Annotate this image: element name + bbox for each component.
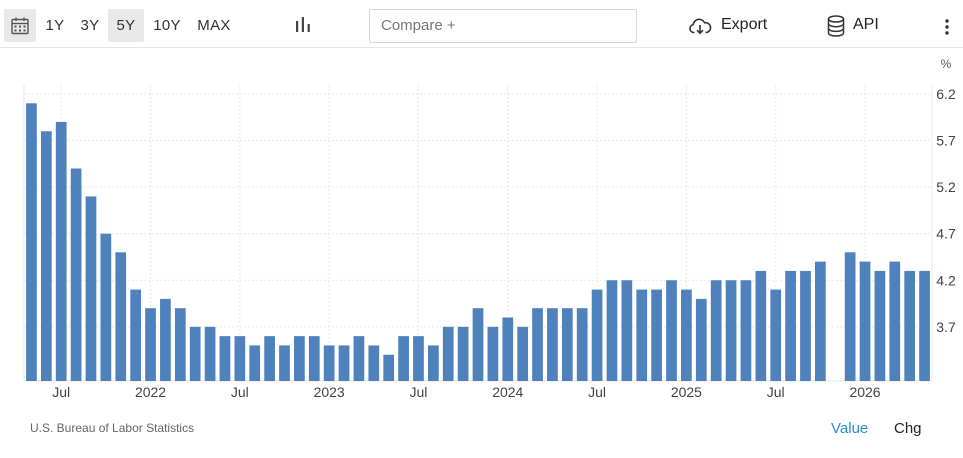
x-tick-label: Jul (231, 384, 249, 400)
range-10y-button[interactable]: 10Y (148, 9, 186, 42)
bar[interactable] (547, 308, 558, 381)
bar[interactable] (889, 261, 901, 381)
range-3y-button[interactable]: 3Y (76, 9, 104, 42)
bar[interactable] (770, 289, 782, 381)
y-tick-label: 4.7 (936, 226, 956, 242)
bar[interactable] (681, 289, 692, 381)
bar[interactable] (874, 270, 886, 381)
bar[interactable] (561, 308, 573, 381)
y-axis-ticks: 3.7 4.2 4.7 5.2 5.7 6.2 (936, 86, 956, 335)
bar[interactable] (576, 308, 588, 381)
range-1y-button[interactable]: 1Y (40, 9, 70, 42)
bar[interactable] (427, 345, 439, 381)
bar[interactable] (40, 131, 52, 381)
chart-bars (26, 103, 930, 382)
y-tick-label: 3.7 (936, 319, 956, 335)
bar[interactable] (308, 336, 320, 382)
range-5y-button[interactable]: 5Y (108, 9, 144, 42)
bar[interactable] (621, 280, 633, 381)
bar[interactable] (115, 252, 127, 381)
x-tick-label: Jul (410, 384, 428, 400)
bar[interactable] (591, 289, 603, 381)
database-icon[interactable] (826, 14, 846, 38)
y-tick-label: 6.2 (936, 86, 956, 102)
bar[interactable] (249, 345, 261, 381)
bar[interactable] (651, 289, 662, 381)
x-tick-label: 2022 (135, 384, 166, 400)
x-tick-label: Jul (767, 384, 785, 400)
bar[interactable] (904, 270, 916, 381)
bar[interactable] (264, 336, 275, 382)
bar[interactable] (85, 196, 97, 381)
bar[interactable] (919, 270, 930, 381)
bar[interactable] (26, 103, 37, 381)
vertical-dots-icon[interactable] (938, 17, 956, 37)
cloud-download-icon[interactable] (688, 16, 712, 36)
x-tick-label: 2024 (492, 384, 523, 400)
bar[interactable] (398, 336, 409, 382)
bar[interactable] (413, 336, 424, 382)
x-tick-label: Jul (52, 384, 70, 400)
export-button[interactable]: Export (721, 16, 767, 34)
bar[interactable] (755, 270, 767, 381)
bar[interactable] (785, 270, 796, 381)
bar[interactable] (636, 289, 648, 381)
bar[interactable] (353, 336, 365, 382)
bar[interactable] (100, 233, 112, 381)
bar[interactable] (725, 280, 737, 381)
bar[interactable] (695, 298, 707, 382)
bar[interactable] (323, 345, 335, 381)
bar[interactable] (204, 326, 216, 381)
calendar-icon (11, 17, 29, 34)
chart-toolbar: 1Y 3Y 5Y 10Y MAX Compare + Export API (0, 0, 963, 48)
bar[interactable] (815, 261, 826, 381)
bar[interactable] (160, 298, 171, 382)
bar[interactable] (844, 252, 856, 381)
x-tick-label: Jul (588, 384, 606, 400)
bar[interactable] (457, 326, 469, 381)
bar[interactable] (130, 289, 141, 381)
bar[interactable] (294, 336, 305, 382)
bar[interactable] (740, 280, 752, 381)
bar[interactable] (55, 121, 67, 381)
x-tick-label: 2023 (314, 384, 345, 400)
y-tick-label: 5.2 (936, 179, 956, 195)
source-attribution: U.S. Bureau of Labor Statistics (30, 421, 195, 435)
bar[interactable] (606, 280, 618, 381)
bar[interactable] (368, 345, 380, 381)
bar[interactable] (487, 326, 499, 381)
y-tick-label: 5.7 (936, 133, 956, 149)
compare-input[interactable]: Compare + (369, 9, 637, 43)
bar[interactable] (502, 317, 514, 382)
bar[interactable] (338, 345, 350, 381)
bar[interactable] (666, 280, 677, 381)
bar[interactable] (279, 345, 290, 381)
bar[interactable] (174, 308, 186, 381)
bar[interactable] (532, 308, 543, 381)
bar[interactable] (70, 168, 82, 382)
bar[interactable] (442, 326, 454, 381)
range-max-button[interactable]: MAX (193, 9, 235, 42)
bar[interactable] (189, 326, 201, 381)
x-tick-label: 2025 (671, 384, 702, 400)
api-button[interactable]: API (853, 16, 879, 34)
bar[interactable] (234, 336, 246, 382)
bar[interactable] (472, 308, 484, 381)
bar-chart-icon[interactable] (293, 15, 313, 35)
calendar-button[interactable] (4, 9, 36, 42)
bar[interactable] (710, 280, 722, 381)
x-axis-ticks: Jul 2022 Jul 2023 Jul 2024 Jul 2025 Jul 2026 (52, 384, 881, 400)
chg-tab[interactable]: Chg (894, 420, 922, 437)
bar[interactable] (517, 326, 529, 381)
bar[interactable] (383, 354, 395, 381)
bar[interactable] (800, 270, 811, 381)
bar-chart: % 3.7 4.2 4.7 5.2 5.7 6.2 Jul 2022 Jul 2023 Jul 20… (23, 57, 956, 400)
y-tick-label: 4.2 (936, 272, 956, 288)
bar[interactable] (145, 308, 156, 381)
bar[interactable] (219, 336, 231, 382)
bar[interactable] (859, 261, 871, 381)
value-tab[interactable]: Value (831, 420, 868, 437)
y-axis-unit-label: % (941, 57, 952, 71)
x-tick-label: 2026 (849, 384, 880, 400)
